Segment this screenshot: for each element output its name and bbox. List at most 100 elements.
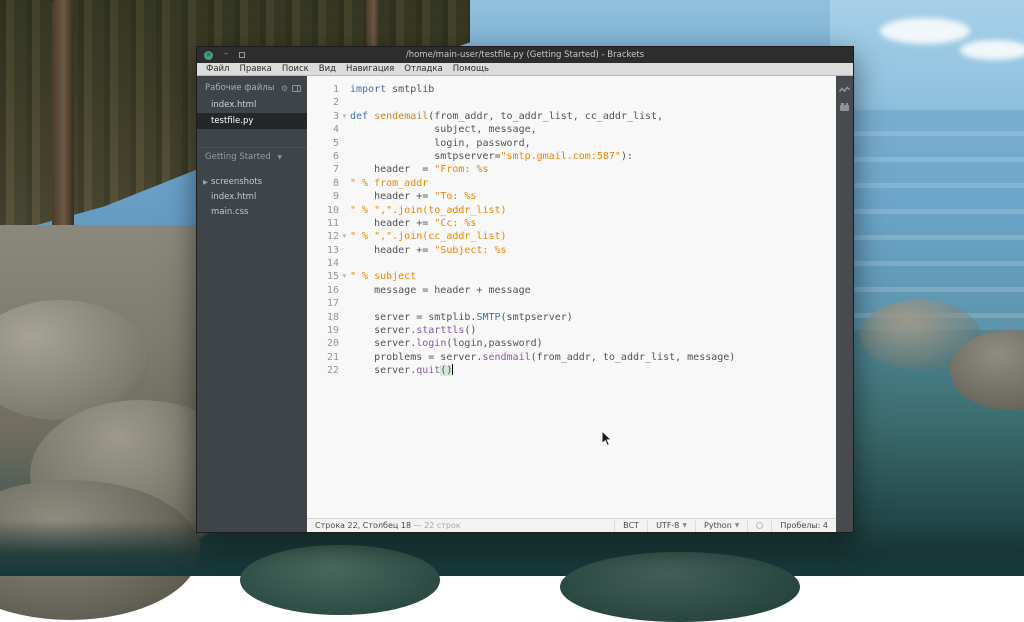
code-line[interactable]: 10" % ",".join(to_addr_list): [307, 204, 836, 217]
chevron-right-icon: ▶: [203, 178, 208, 186]
fold-spacer: [339, 150, 350, 163]
code-token: (from_addr, to_addr_list, cc_addr_list,: [428, 111, 663, 122]
code-line[interactable]: 11 header += "Cc: %s: [307, 217, 836, 230]
code-line[interactable]: 15▼" % subject: [307, 270, 836, 283]
lint-status[interactable]: [747, 519, 771, 532]
line-number: 21: [307, 351, 339, 364]
code-line[interactable]: 7 header = "From: %s: [307, 163, 836, 176]
fold-spacer: [339, 137, 350, 150]
project-tree: ▶screenshotsindex.htmlmain.css: [197, 174, 307, 219]
tree-item-screenshots[interactable]: ▶screenshots: [197, 174, 307, 189]
line-number: 5: [307, 137, 339, 150]
line-number: 12: [307, 230, 339, 243]
code-line[interactable]: 3▼def sendemail(from_addr, to_addr_list,…: [307, 110, 836, 123]
project-name: Getting Started: [205, 152, 271, 162]
boulder: [240, 545, 440, 615]
code-token: " % from_addr: [350, 178, 428, 189]
code-line[interactable]: 1import smtplib: [307, 83, 836, 96]
code-line[interactable]: 17: [307, 297, 836, 310]
code-text: " % ",".join(to_addr_list): [350, 204, 507, 217]
code-line[interactable]: 5 login, password,: [307, 137, 836, 150]
code-token: header +=: [350, 218, 434, 229]
encoding-dropdown[interactable]: UTF-8 ▼: [647, 519, 695, 532]
code-token: "From: %s: [434, 164, 488, 175]
line-number: 14: [307, 257, 339, 270]
code-line[interactable]: 12▼" % ",".join(cc_addr_list): [307, 230, 836, 243]
code-line[interactable]: 9 header += "To: %s: [307, 190, 836, 203]
menu-item-6[interactable]: Помощь: [448, 64, 494, 74]
line-number: 2: [307, 96, 339, 109]
code-token: SMTP: [476, 312, 500, 323]
menu-item-5[interactable]: Отладка: [399, 64, 448, 74]
code-token: quit: [416, 365, 440, 376]
code-line[interactable]: 19 server.starttls(): [307, 324, 836, 337]
code-line[interactable]: 6 smtpserver="smtp.gmail.com:587"):: [307, 150, 836, 163]
code-text: header = "From: %s: [350, 163, 488, 176]
menu-item-1[interactable]: Правка: [234, 64, 276, 74]
fold-spacer: [339, 297, 350, 310]
code-line[interactable]: 18 server = smtplib.SMTP(smtpserver): [307, 311, 836, 324]
insert-mode-label: ВСТ: [623, 521, 639, 530]
fold-spacer: [339, 96, 350, 109]
fold-spacer: [339, 284, 350, 297]
menu-item-0[interactable]: Файл: [201, 64, 234, 74]
project-header[interactable]: Getting Started ▼: [197, 147, 307, 166]
code-token: ):: [621, 151, 633, 162]
gear-icon[interactable]: ⚙: [281, 84, 288, 93]
code-editor[interactable]: 1import smtplib23▼def sendemail(from_add…: [307, 76, 836, 518]
code-line[interactable]: 21 problems = server.sendmail(from_addr,…: [307, 351, 836, 364]
fold-arrow-icon[interactable]: ▼: [339, 110, 350, 123]
code-text: header += "Subject: %s: [350, 244, 507, 257]
maximize-button[interactable]: [239, 52, 245, 58]
minimize-button[interactable]: –: [222, 51, 230, 59]
close-button[interactable]: ✕: [204, 51, 213, 60]
line-number: 18: [307, 311, 339, 324]
menu-item-2[interactable]: Поиск: [277, 64, 314, 74]
code-line[interactable]: 2: [307, 96, 836, 109]
tree-item-main.css[interactable]: main.css: [197, 204, 307, 219]
window-body: Рабочие файлы ⚙ index.htmltestfile.py Ge…: [197, 76, 853, 532]
cursor-position: Строка 22, Столбец 18 — 22 строк: [307, 521, 614, 530]
code-text: login, password,: [350, 137, 531, 150]
code-line[interactable]: 20 server.login(login,password): [307, 337, 836, 350]
fold-spacer: [339, 324, 350, 337]
code-line[interactable]: 13 header += "Subject: %s: [307, 244, 836, 257]
working-files-list: index.htmltestfile.py: [197, 97, 307, 129]
code-token: " % ",".join(cc_addr_list): [350, 231, 507, 242]
menu-item-3[interactable]: Вид: [314, 64, 341, 74]
code-token: def: [350, 111, 368, 122]
working-files-header: Рабочие файлы ⚙: [197, 76, 307, 97]
code-text: def sendemail(from_addr, to_addr_list, c…: [350, 110, 663, 123]
fold-spacer: [339, 337, 350, 350]
code-token: header +=: [350, 191, 434, 202]
fold-spacer: [339, 83, 350, 96]
code-line[interactable]: 8 " % from_addr: [307, 177, 836, 190]
live-preview-icon[interactable]: [839, 86, 850, 94]
code-text: subject, message,: [350, 123, 537, 136]
title-bar[interactable]: ✕ – /home/main-user/testfile.py (Getting…: [197, 47, 853, 63]
code-token: sendemail: [374, 111, 428, 122]
fold-arrow-icon[interactable]: ▼: [339, 270, 350, 283]
line-number: 8: [307, 177, 339, 190]
code-token: server.: [350, 338, 416, 349]
line-number: 3: [307, 110, 339, 123]
menu-item-4[interactable]: Навигация: [341, 64, 399, 74]
code-line[interactable]: 4 subject, message,: [307, 123, 836, 136]
extension-manager-icon[interactable]: [840, 105, 849, 111]
fold-arrow-icon[interactable]: ▼: [339, 230, 350, 243]
working-file-testfile.py[interactable]: testfile.py: [197, 113, 307, 129]
insert-mode-indicator[interactable]: ВСТ: [614, 519, 647, 532]
code-line[interactable]: 14: [307, 257, 836, 270]
code-token: " % ",".join(to_addr_list): [350, 205, 507, 216]
tree-item-index.html[interactable]: index.html: [197, 189, 307, 204]
indent-setting[interactable]: Пробелы: 4: [771, 519, 836, 532]
code-line[interactable]: 22 server.quit(): [307, 364, 836, 377]
working-file-index.html[interactable]: index.html: [197, 97, 307, 113]
line-number: 16: [307, 284, 339, 297]
split-view-icon[interactable]: [292, 85, 301, 92]
code-text: header += "Cc: %s: [350, 217, 476, 230]
code-token: smtpserver=: [350, 151, 501, 162]
window-controls: ✕ –: [197, 51, 245, 60]
language-dropdown[interactable]: Python ▼: [695, 519, 747, 532]
code-line[interactable]: 16 message = header + message: [307, 284, 836, 297]
